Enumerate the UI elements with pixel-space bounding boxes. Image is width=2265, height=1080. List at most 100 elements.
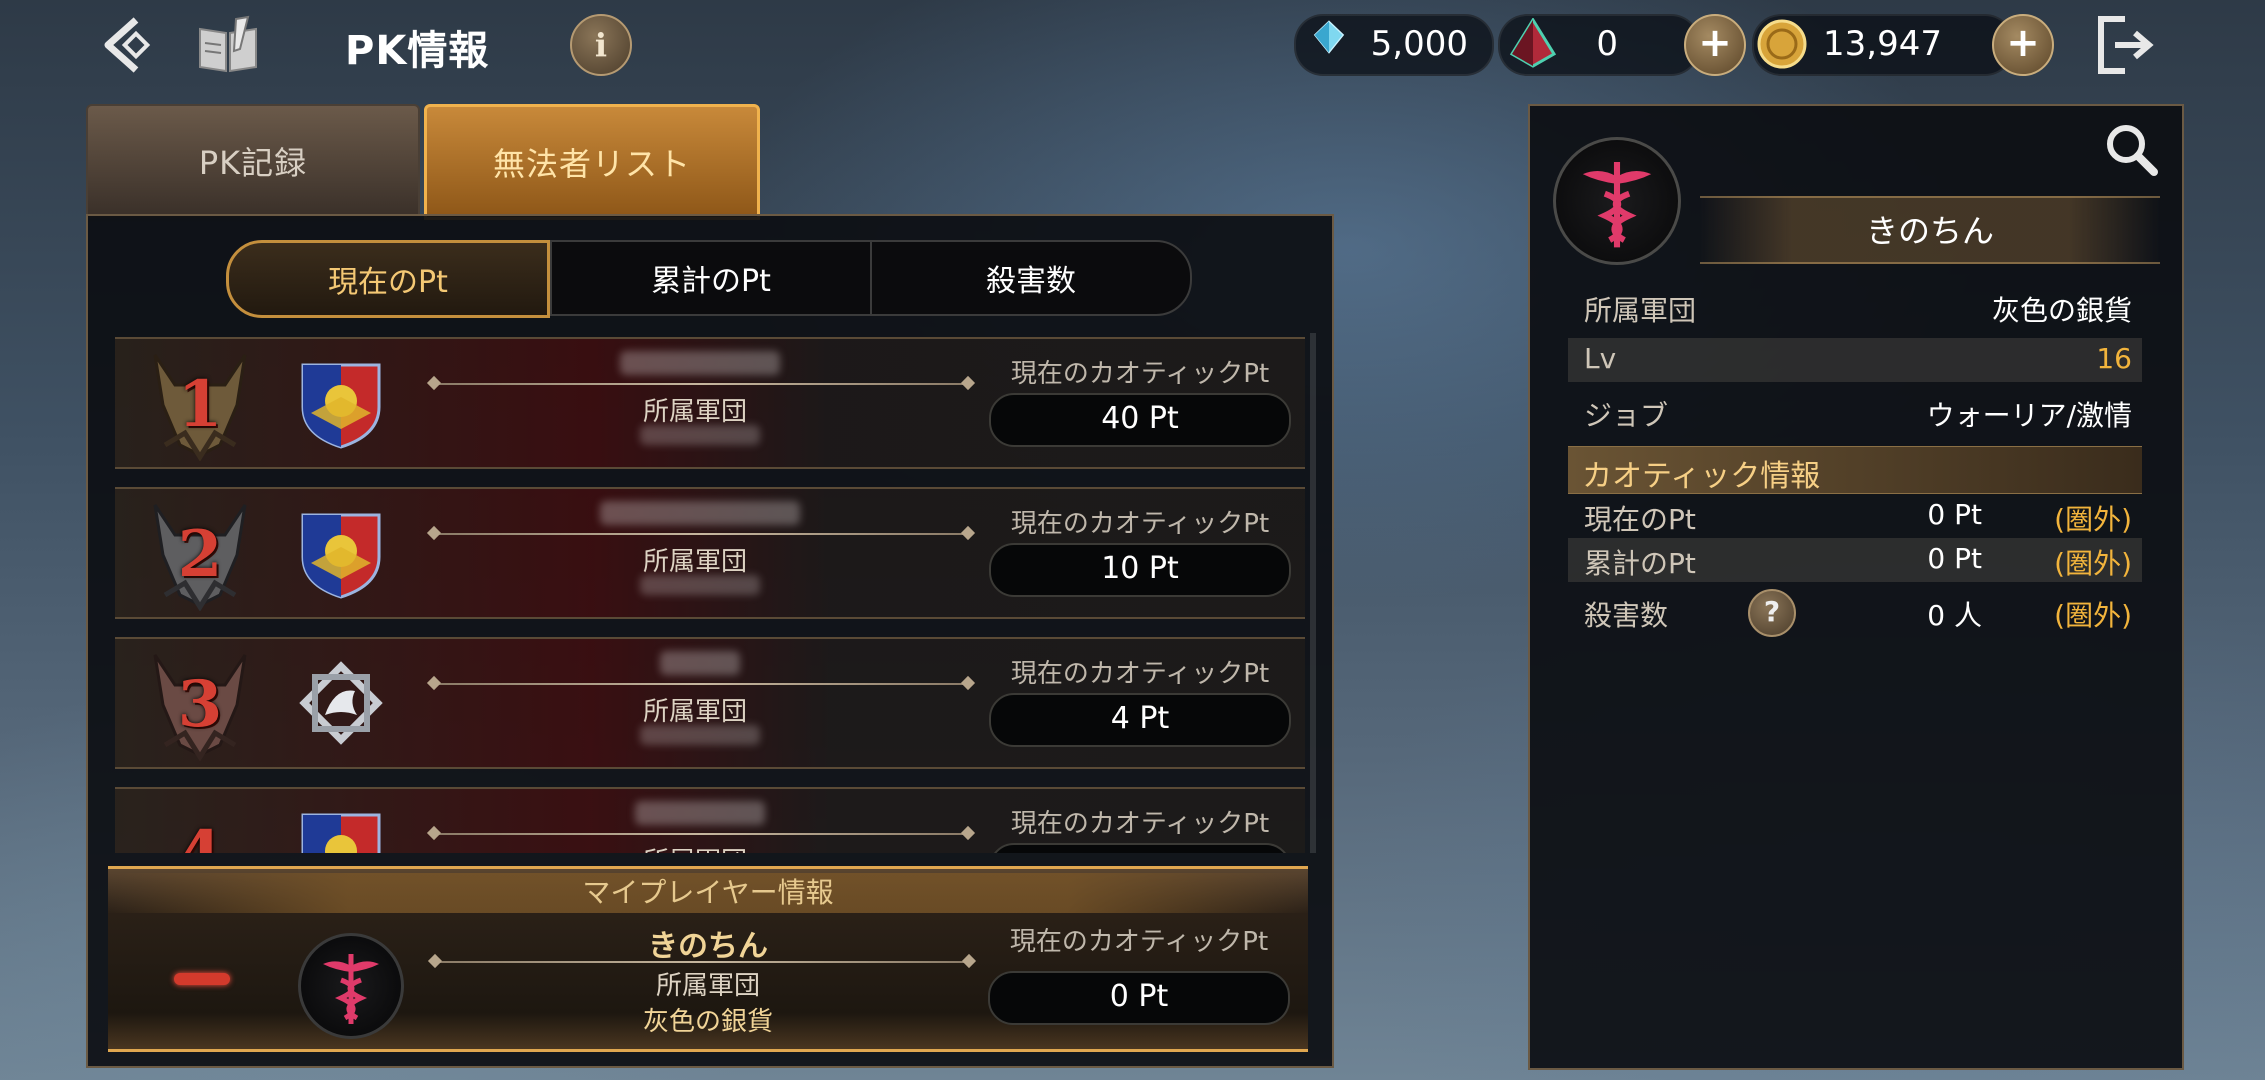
red-crystal-icon [1509,18,1557,68]
chaotic-pt-value [989,843,1291,853]
logout-icon [2098,16,2154,74]
stat-value: 0 人 [1927,599,1982,632]
my-player-info: マイプレイヤー情報 きのちん 所属軍団 灰色の銀貨 現在のカオティックPt 0 … [108,866,1308,1052]
guild-emblem-icon [295,357,387,449]
chaotic-pt-label: 現在のカオティックPt [1010,809,1270,839]
stat-value: 0 Pt [1927,498,1982,531]
guild-label: 所属軍団 [642,547,747,577]
chaotic-pt-value: 40 Pt [989,393,1291,447]
divider-line [433,533,969,535]
diamond-counter: 5,000 [1294,14,1494,76]
segment-kills[interactable]: 殺害数 [870,240,1192,316]
chaotic-pt-value: 10 Pt [989,543,1291,597]
divider-line [433,833,969,835]
add-gold-button[interactable]: + [1992,14,2054,76]
exit-icon[interactable] [2094,12,2160,78]
guild-name-blurred [640,575,760,595]
player-name-blurred [635,801,765,825]
list-item[interactable]: 1 所属軍団 現在のカオティックPt 40 Pt [115,337,1305,469]
rank-badge: 2 [145,495,255,612]
diamond-value: 5,000 [1370,24,1468,64]
add-crystal-button[interactable]: + [1684,14,1746,76]
profile-job-key: ジョブ [1584,399,1669,432]
tab-outlaw-list[interactable]: 無法者リスト [424,104,760,220]
guild-label: 所属軍団 [575,841,815,853]
rank-badge: 1 [145,345,255,462]
caduceus-emblem-icon [1553,137,1681,265]
segment-total-pt[interactable]: 累計のPt [550,240,872,316]
divider-line [433,383,969,385]
chaotic-pt-label: 現在のカオティックPt [1010,509,1270,539]
my-chaotic-pt-label: 現在のカオティックPt [1009,927,1269,957]
back-arrow-icon [104,17,151,73]
my-guild-name: 灰色の銀貨 [642,1007,773,1037]
player-name-blurred [620,351,780,375]
gold-coin-icon [1757,19,1807,69]
crystal-counter: 0 [1498,14,1700,76]
stat-current-pt-row: 現在のPt 0 Pt (圏外) [1568,494,2142,538]
gold-counter: 13,947 [1752,14,2014,76]
profile-guild-value: 灰色の銀貨 [1991,294,2132,327]
profile-name: きのちん [1865,212,1994,250]
chaotic-info-title: カオティック情報 [1582,459,1821,494]
rank-badge: 4 [145,795,255,853]
gold-value: 13,947 [1823,24,1942,64]
profile-level-key: Lv [1584,342,1617,375]
profile-level-row: Lv 16 [1568,338,2142,382]
chaotic-pt-label: 現在のカオティックPt [1010,359,1270,389]
stat-rank-note: (圏外) [2054,547,2132,580]
list-item[interactable]: 3 所属軍団 現在のカオティックPt 4 Pt [115,637,1305,769]
stat-key: 現在のPt [1584,503,1696,536]
kills-help-button[interactable]: ? [1748,589,1796,637]
rank-number: 1 [177,367,223,442]
stat-key: 累計のPt [1584,547,1696,580]
list-scrollbar[interactable] [1310,333,1316,853]
guild-label: 所属軍団 [642,697,747,727]
search-icon[interactable] [2100,118,2162,180]
guild-emblem-icon [295,507,387,599]
profile-job-row: ジョブ ウォーリア/激情 [1568,390,2142,434]
guild-emblem-icon [295,807,387,853]
my-player-name: きのちん [648,929,768,964]
player-name-blurred [600,501,800,525]
my-rank-dash [174,973,230,985]
stat-value: 0 Pt [1927,542,1982,575]
chaotic-pt-label: 現在のカオティックPt [1010,659,1270,689]
back-icon[interactable] [96,12,162,78]
my-chaotic-pt-value: 0 Pt [988,971,1290,1025]
stat-total-pt-row: 累計のPt 0 Pt (圏外) [1568,538,2142,582]
profile-job-value: ウォーリア/激情 [1926,399,2132,432]
rank-number: 4 [145,817,255,853]
profile-guild-key: 所属軍団 [1584,294,1697,327]
guild-label: 所属軍団 [642,397,747,427]
profile-level-value: 16 [2096,342,2132,375]
guild-emblem-icon [295,657,387,749]
info-button[interactable]: i [570,14,632,76]
diamond-icon [1313,20,1345,54]
chaotic-pt-value: 4 Pt [989,693,1291,747]
my-player-title: マイプレイヤー情報 [108,873,1308,913]
list-item[interactable]: 2 所属軍団 現在のカオティックPt 10 Pt [115,487,1305,619]
segment-current-pt[interactable]: 現在のPt [226,240,550,318]
stat-key: 殺害数 [1584,599,1669,632]
list-item[interactable]: 4 所属軍団 現在のカオティックPt [115,787,1305,853]
stat-kills-row: 殺害数 0 人 (圏外) [1568,590,2142,634]
stat-rank-note: (圏外) [2054,599,2132,632]
ranking-list[interactable]: 1 所属軍団 現在のカオティックPt 40 Pt 2 所属軍団 現在のカオティッ… [115,333,1305,853]
rank-number: 2 [177,517,223,592]
crystal-value: 0 [1596,24,1618,64]
guild-name-blurred [640,425,760,445]
tab-pk-record[interactable]: PK記録 [86,104,420,218]
rank-number: 3 [177,667,223,742]
guild-name-blurred [640,725,760,745]
stat-rank-note: (圏外) [2054,503,2132,536]
rank-badge: 3 [145,645,255,762]
caduceus-emblem-icon [298,933,404,1039]
page-title: PK情報 [345,28,490,74]
player-name-blurred [660,651,740,675]
book-edit-icon[interactable] [195,14,261,74]
divider-line [433,683,969,685]
notebook-icon [199,15,257,73]
my-guild-label: 所属軍団 [655,971,760,1001]
profile-guild-row: 所属軍団 灰色の銀貨 [1568,285,2142,329]
